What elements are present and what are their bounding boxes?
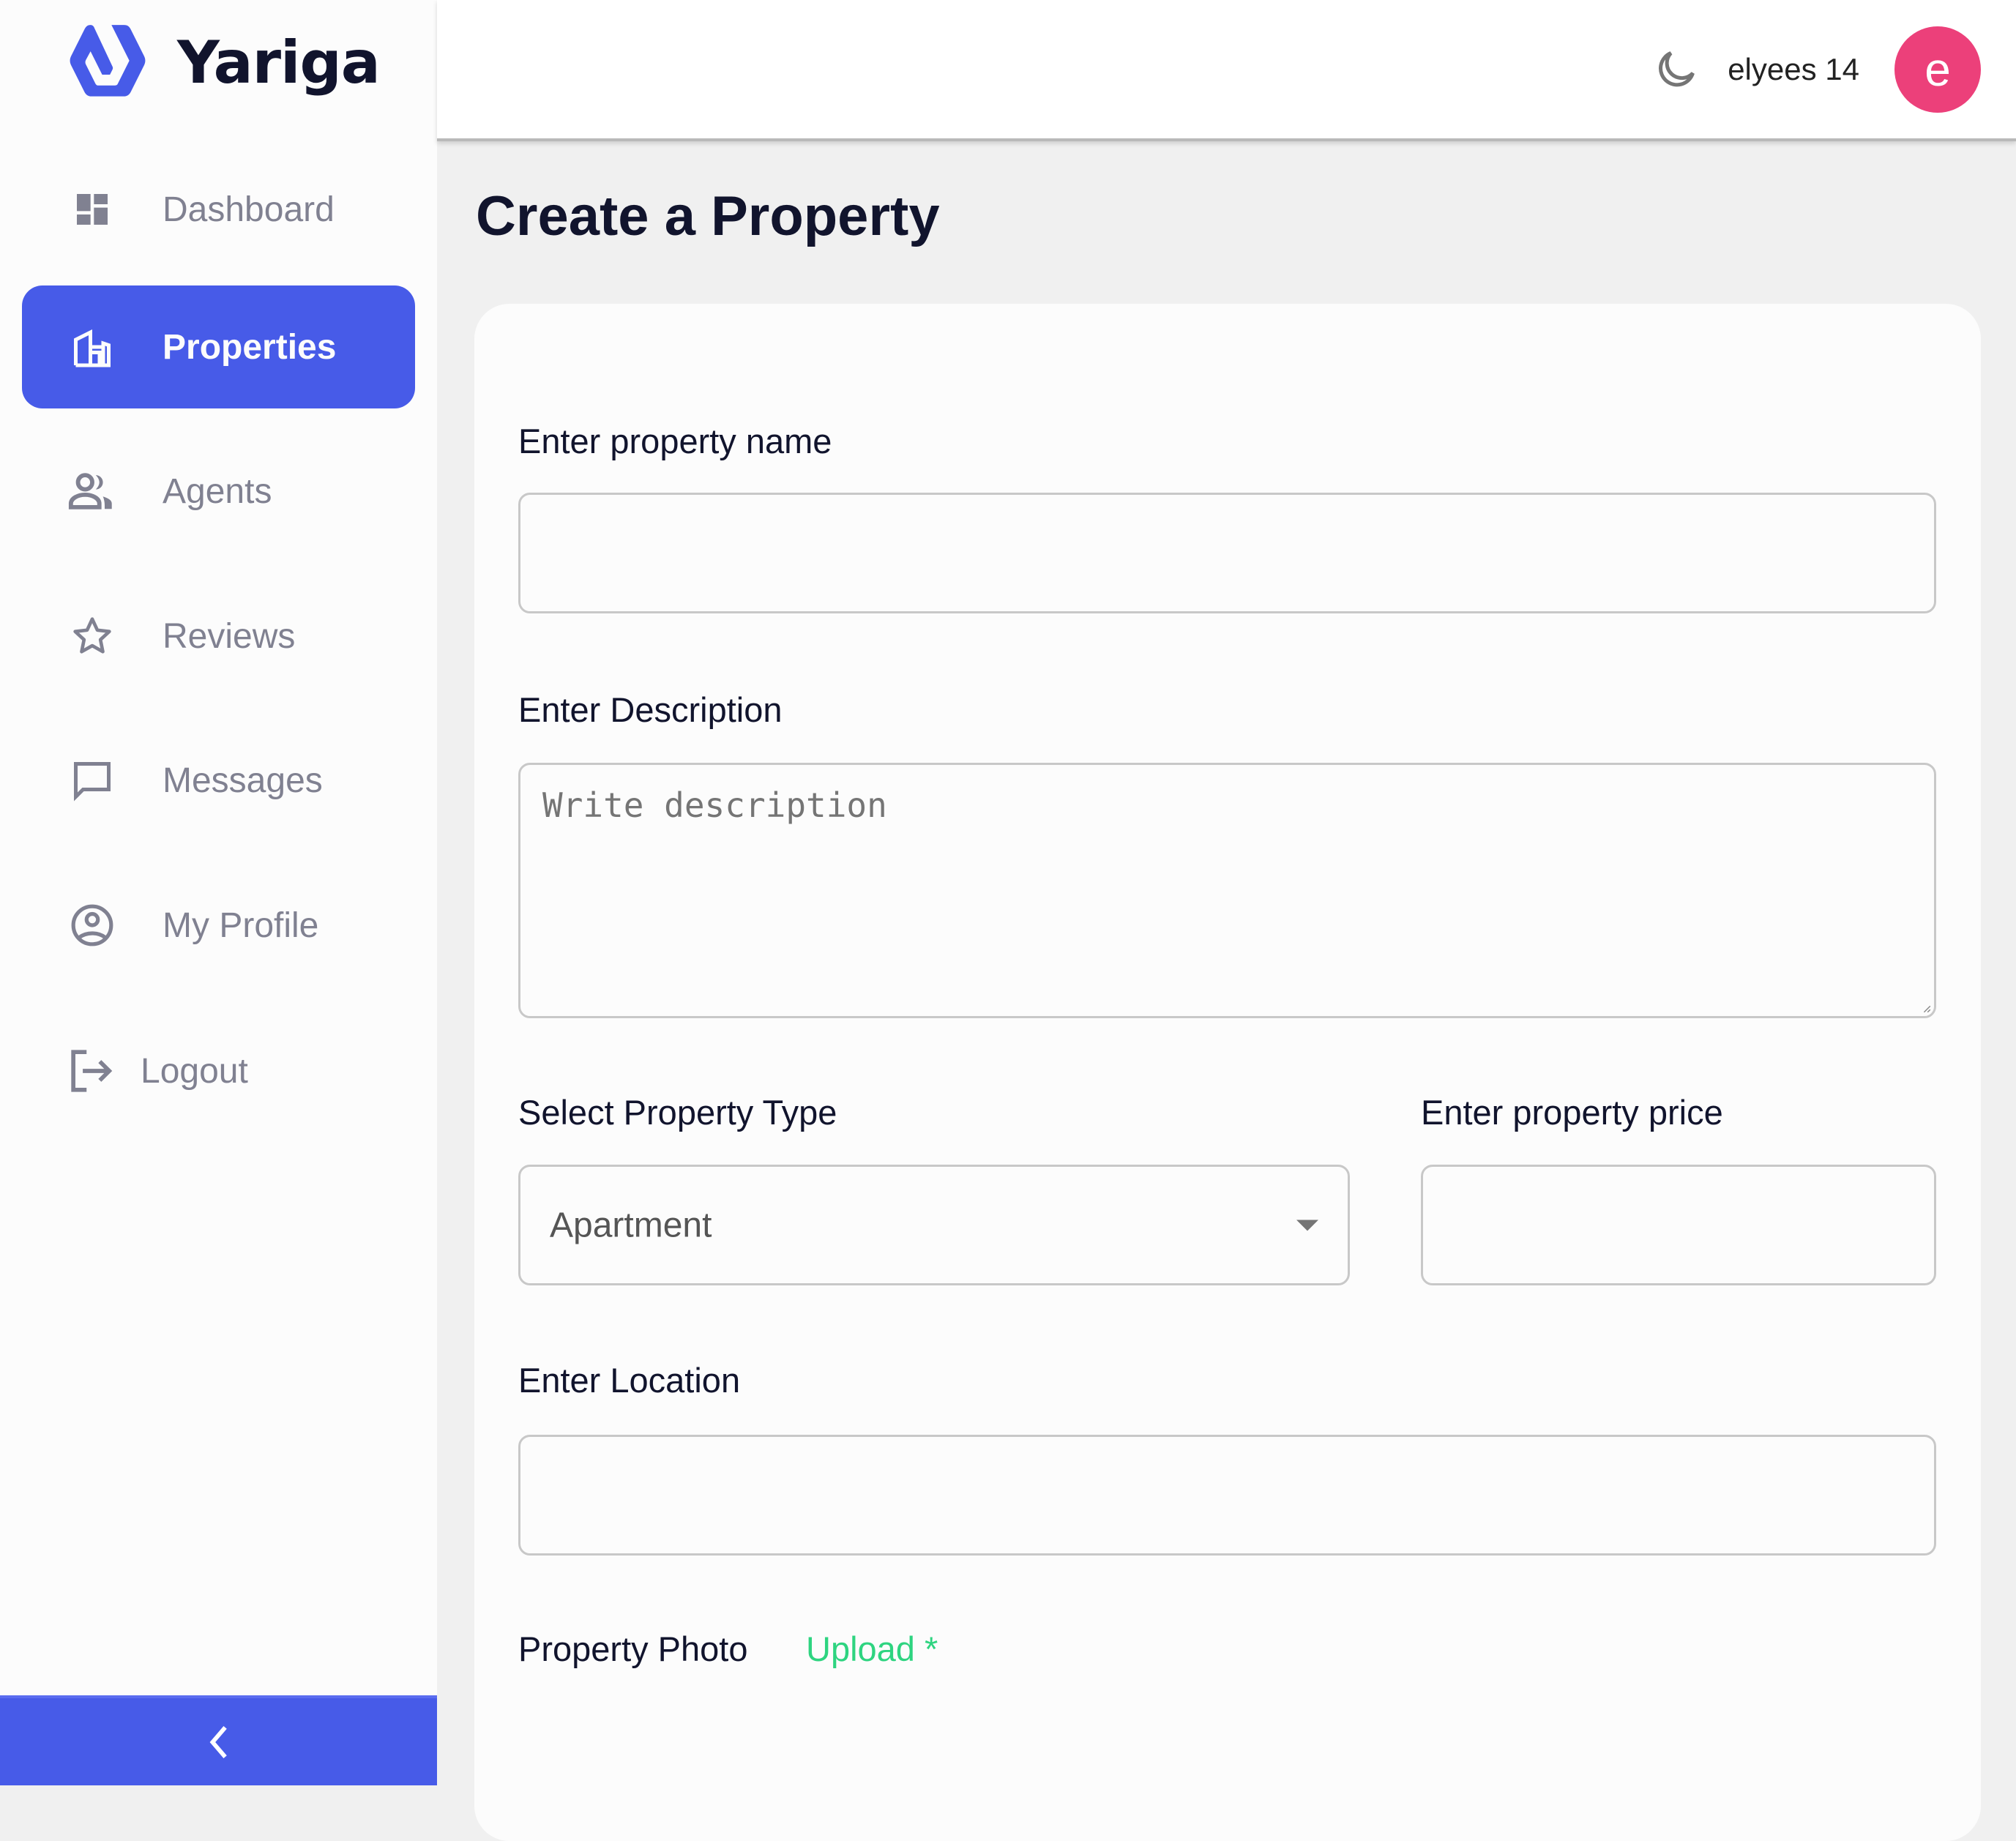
sidebar-item-logout[interactable]: Logout <box>22 1009 415 1132</box>
logout-icon <box>64 1043 120 1099</box>
avatar[interactable]: e <box>1894 26 1981 113</box>
sidebar-item-dashboard[interactable]: Dashboard <box>22 148 415 271</box>
account-circle-icon <box>64 897 120 953</box>
caret-down-icon <box>1296 1220 1318 1231</box>
building-icon <box>64 319 120 375</box>
dashboard-icon <box>64 182 120 237</box>
property-type-select[interactable]: Apartment <box>518 1165 1350 1285</box>
sidebar-item-label: Reviews <box>163 616 296 656</box>
sidebar-item-my-profile[interactable]: My Profile <box>22 864 415 987</box>
location-input[interactable] <box>518 1435 1936 1556</box>
sidebar-item-messages[interactable]: Messages <box>22 719 415 842</box>
logout-label: Logout <box>141 1051 248 1091</box>
moon-icon[interactable] <box>1654 48 1698 92</box>
sidebar-collapse-button[interactable] <box>0 1695 437 1785</box>
property-type-label: Select Property Type <box>518 1093 837 1132</box>
property-name-label: Enter property name <box>518 422 832 460</box>
sidebar: Yariga Dashboard Properties Agents Revie… <box>0 0 437 1785</box>
top-header: elyees 14 e <box>437 0 2016 141</box>
sidebar-item-label: My Profile <box>163 905 319 945</box>
property-name-input[interactable] <box>518 493 1936 613</box>
description-label: Enter Description <box>518 690 783 729</box>
chat-icon <box>64 753 120 808</box>
yariga-logo-icon <box>70 25 146 97</box>
sidebar-item-label: Properties <box>163 327 337 367</box>
username: elyees 14 <box>1728 52 1859 86</box>
chevron-left-icon <box>209 1725 227 1758</box>
description-textarea[interactable]: Write description <box>518 763 1936 1018</box>
avatar-initial: e <box>1924 43 1951 96</box>
sidebar-item-label: Messages <box>163 761 323 800</box>
sidebar-item-reviews[interactable]: Reviews <box>22 575 415 698</box>
location-label: Enter Location <box>518 1361 741 1400</box>
app-name: Yariga <box>177 28 381 97</box>
sidebar-item-properties[interactable]: Properties <box>22 285 415 408</box>
property-price-label: Enter property price <box>1421 1093 1723 1132</box>
upload-photo-button[interactable]: Upload * <box>806 1629 938 1669</box>
star-icon <box>64 608 120 664</box>
sidebar-item-label: Dashboard <box>163 190 335 229</box>
resize-handle-icon[interactable] <box>1922 1004 1931 1013</box>
app-logo[interactable]: Yariga <box>64 23 381 101</box>
property-photo-label: Property Photo <box>518 1629 748 1668</box>
page-title: Create a Property <box>476 185 940 247</box>
sidebar-item-label: Agents <box>163 471 272 511</box>
sidebar-item-agents[interactable]: Agents <box>22 430 415 553</box>
people-icon <box>64 463 120 519</box>
description-placeholder: Write description <box>542 785 887 825</box>
property-price-input[interactable] <box>1421 1165 1936 1285</box>
property-type-value: Apartment <box>550 1206 712 1244</box>
